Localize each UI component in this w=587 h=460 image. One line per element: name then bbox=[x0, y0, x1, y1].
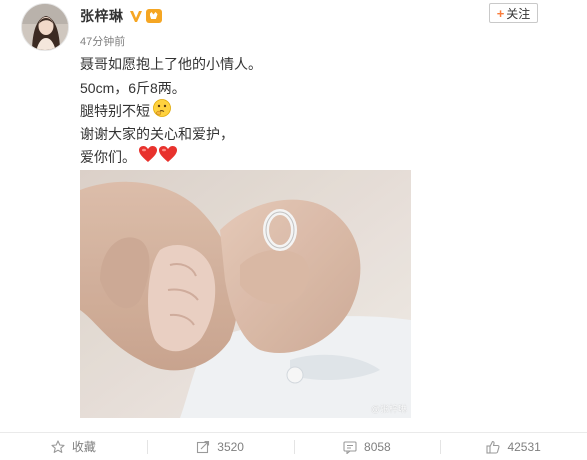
heart-emoji-icon bbox=[138, 145, 158, 170]
author-row: 张梓琳 bbox=[80, 7, 162, 25]
baby-hand-photo bbox=[80, 170, 411, 418]
repost-icon bbox=[196, 440, 210, 454]
favorite-label: 收藏 bbox=[71, 440, 96, 454]
repost-button[interactable]: 3520 bbox=[146, 433, 294, 460]
post-timestamp[interactable]: 47分钟前 bbox=[80, 33, 125, 49]
repost-count: 3520 bbox=[217, 439, 244, 454]
like-count: 42531 bbox=[507, 439, 541, 454]
author-avatar[interactable] bbox=[21, 3, 69, 51]
star-icon bbox=[51, 439, 65, 454]
action-bar: 收藏 3520 8058 42531 bbox=[0, 432, 587, 460]
thinking-emoji-icon bbox=[152, 98, 172, 125]
vip-crown-icon[interactable] bbox=[145, 9, 162, 23]
post-text-line: 谢谢大家的关心和爱护， bbox=[80, 122, 234, 146]
favorite-button[interactable]: 收藏 bbox=[0, 433, 147, 460]
post-text-line-1: 聂哥如愿抱上了他的小情人。 bbox=[80, 56, 262, 72]
author-name[interactable]: 张梓琳 bbox=[80, 6, 124, 26]
follow-label: 关注 bbox=[506, 6, 531, 21]
follow-button[interactable]: + 关注 bbox=[489, 3, 538, 23]
post-text-line: 腿特别不短 bbox=[80, 98, 172, 125]
like-button[interactable]: 42531 bbox=[440, 433, 587, 460]
plus-icon: + bbox=[496, 5, 505, 21]
post-text-line-3: 腿特别不短 bbox=[80, 103, 150, 119]
weibo-post-card: 张梓琳 47分钟前 + 关注 聂哥如愿抱上了他的小情人。 50cm，6斤8两。 … bbox=[0, 0, 587, 460]
heart-emoji-icon bbox=[158, 145, 178, 170]
comment-icon bbox=[343, 440, 357, 455]
post-text-line: 爱你们。 bbox=[80, 145, 178, 169]
post-photo[interactable]: @张梓琳 bbox=[80, 170, 411, 418]
photo-watermark: @张梓琳 bbox=[370, 404, 407, 414]
comment-count: 8058 bbox=[364, 439, 391, 454]
comment-button[interactable]: 8058 bbox=[293, 433, 441, 460]
avatar-image bbox=[22, 4, 68, 50]
post-text-line-5: 爱你们。 bbox=[80, 149, 136, 165]
thumbs-up-icon bbox=[486, 440, 500, 454]
post-text-line: 50cm，6斤8两。 bbox=[80, 76, 186, 100]
post-text-line-4: 谢谢大家的关心和爱护， bbox=[80, 126, 234, 142]
post-text-line: 聂哥如愿抱上了他的小情人。 bbox=[80, 52, 262, 76]
post-text-line-2: 50cm，6斤8两。 bbox=[80, 80, 186, 96]
verified-icon bbox=[129, 9, 143, 23]
